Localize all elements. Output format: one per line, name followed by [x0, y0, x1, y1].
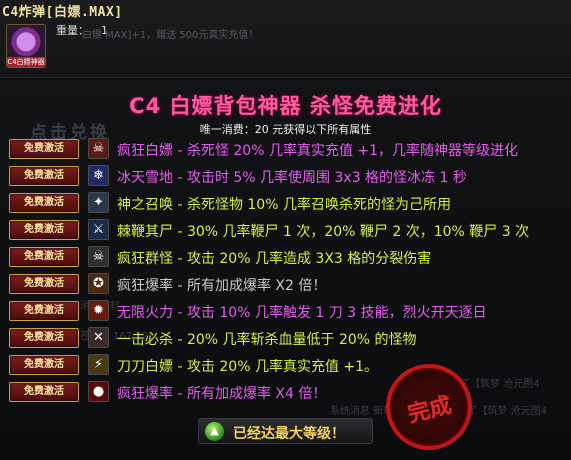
free-activate-button[interactable]: 免费激活: [9, 274, 79, 294]
summon-icon: ✦: [88, 192, 109, 213]
free-activate-button[interactable]: 免费激活: [9, 139, 79, 159]
skull-fire-icon: ☠: [88, 138, 109, 159]
attribute-row: 免费激活 ✕ 一击必杀 - 20% 几率斩杀血量低于 20% 的怪物: [8, 327, 571, 349]
attribute-text: 无限火力 - 攻击 10% 几率触发 1 刀 3 技能，烈火开天逐日: [117, 305, 487, 321]
free-activate-button[interactable]: 免费激活: [9, 193, 79, 213]
attribute-row: 免费激活 ☠ 疯狂群怪 - 攻击 20% 几率造成 3X3 格的分裂伤害: [8, 246, 571, 268]
attribute-row: 免费激活 ✪ 疯狂爆率 - 所有加成爆率 X2 倍！: [8, 273, 571, 295]
attribute-row: 免费激活 ☠ 疯狂白嫖 - 杀死怪 20% 几率真实充值 +1，几率随神器等级进…: [8, 138, 571, 160]
stamp-text: 完成: [405, 392, 455, 428]
up-arrow-icon: ▲: [205, 422, 224, 441]
attribute-text: 冰天雪地 - 攻击时 5% 几率使周围 3x3 格的怪冰冻 1 秒: [117, 170, 467, 186]
attribute-text: 一击必杀 - 20% 几率斩杀血量低于 20% 的怪物: [117, 332, 417, 348]
bomb-icon: ●: [88, 381, 109, 402]
attribute-row: 免费激活 ❄ 冰天雪地 - 攻击时 5% 几率使周围 3x3 格的怪冰冻 1 秒: [8, 165, 571, 187]
item-icon-label: C4白嫖神器: [7, 57, 45, 67]
attribute-text: 神之召唤 - 杀死怪物 10% 几率召唤杀死的怪为己所用: [117, 197, 451, 213]
panel-heading: C4 白嫖背包神器 杀怪免费进化: [129, 94, 442, 118]
free-activate-button[interactable]: 免费激活: [9, 220, 79, 240]
blade-icon: ⚡: [88, 354, 109, 375]
attribute-text: 疯狂爆率 - 所有加成爆率 X2 倍！: [117, 278, 327, 294]
c4-bomb-item-icon[interactable]: C4白嫖神器: [6, 24, 46, 68]
attribute-row: 免费激活 ● 疯狂爆率 - 所有加成爆率 X4 倍！: [8, 381, 571, 403]
attribute-row: 免费激活 ✹ 无限火力 - 攻击 10% 几率触发 1 刀 3 技能，烈火开天逐…: [8, 300, 571, 322]
fire-icon: ✹: [88, 300, 109, 321]
sword-icon: ✕: [88, 327, 109, 348]
item-title: C4炸弹[白嫖.MAX]: [2, 5, 123, 20]
max-level-bar: ▲ 已经达最大等级！: [198, 418, 373, 444]
faded-description: 白嫖 MAX]+1，赠送 500元真实充值！: [82, 30, 259, 41]
free-activate-button[interactable]: 免费激活: [9, 247, 79, 267]
whip-icon: ⚔: [88, 219, 109, 240]
attribute-text: 疯狂爆率 - 所有加成爆率 X4 倍！: [117, 386, 327, 402]
free-activate-button[interactable]: 免费激活: [9, 166, 79, 186]
free-activate-button[interactable]: 免费激活: [9, 382, 79, 402]
item-header: C4炸弹[白嫖.MAX] C4白嫖神器 重量： 1 白嫖 MAX]+1，赠送 50…: [0, 0, 571, 78]
panel-subheading: 唯一消费：20 元获得以下所有属性: [199, 123, 372, 136]
attribute-text: 刀刀白嫖 - 攻击 20% 几率真实充值 +1。: [117, 359, 379, 375]
free-activate-button[interactable]: 免费激活: [9, 355, 79, 375]
attribute-row: 免费激活 ✦ 神之召唤 - 杀死怪物 10% 几率召唤杀死的怪为己所用: [8, 192, 571, 214]
drop-rate-icon: ✪: [88, 273, 109, 294]
skull-icon: ☠: [88, 246, 109, 267]
attribute-text: 疯狂群怪 - 攻击 20% 几率造成 3X3 格的分裂伤害: [117, 251, 432, 267]
max-level-text: 已经达最大等级！: [233, 426, 345, 442]
attribute-row: 免费激活 ⚔ 棘鞭其尸 - 30% 几率鞭尸 1 次，20% 鞭尸 2 次，10…: [8, 219, 571, 241]
snowflake-icon: ❄: [88, 165, 109, 186]
attribute-text: 疯狂白嫖 - 杀死怪 20% 几率真实充值 +1，几率随神器等级进化: [117, 143, 519, 159]
attribute-row: 免费激活 ⚡ 刀刀白嫖 - 攻击 20% 几率真实充值 +1。: [8, 354, 571, 376]
free-activate-button[interactable]: 免费激活: [9, 328, 79, 348]
free-activate-button[interactable]: 免费激活: [9, 301, 79, 321]
attribute-text: 棘鞭其尸 - 30% 几率鞭尸 1 次，20% 鞭尸 2 次，10% 鞭尸 3 …: [117, 224, 530, 240]
